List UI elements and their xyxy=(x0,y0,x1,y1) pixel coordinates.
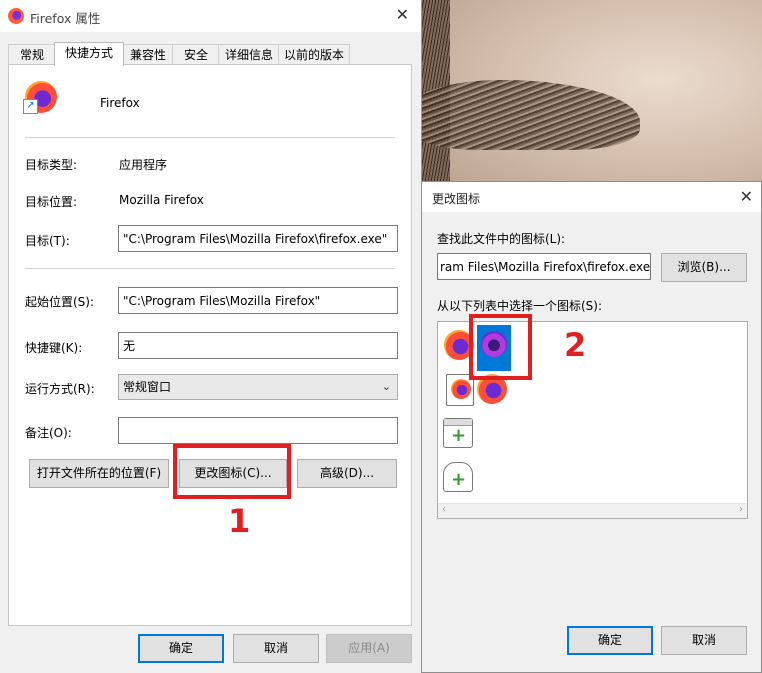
divider xyxy=(25,268,395,269)
run-select-value: 常规窗口 xyxy=(123,380,172,394)
tab-general[interactable]: 常规 xyxy=(8,44,56,65)
open-file-location-button[interactable]: 打开文件所在的位置(F) xyxy=(29,459,169,488)
icon-list-label: 从以下列表中选择一个图标(S): xyxy=(437,299,603,313)
step-marker-1: 1 xyxy=(228,502,251,540)
eyebrow-detail xyxy=(410,80,640,150)
firefox-icon xyxy=(8,8,24,24)
hotkey-label: 快捷键(K): xyxy=(25,341,83,355)
target-location-label: 目标位置: xyxy=(25,195,78,209)
start-in-label: 起始位置(S): xyxy=(25,295,95,309)
firefox-large-icon: ↗ xyxy=(23,81,57,114)
add-window-icon[interactable]: + xyxy=(443,418,473,448)
divider xyxy=(25,137,395,138)
icon-file-field[interactable]: ram Files\Mozilla Firefox\firefox.exe xyxy=(437,253,651,280)
start-in-field[interactable]: "C:\Program Files\Mozilla Firefox" xyxy=(118,287,398,314)
comment-label: 备注(O): xyxy=(25,426,72,440)
advanced-button[interactable]: 高级(D)... xyxy=(297,459,397,488)
change-icon-titlebar: 更改图标 ✕ xyxy=(422,182,761,212)
run-label: 运行方式(R): xyxy=(25,382,95,396)
target-type-label: 目标类型: xyxy=(25,158,78,172)
find-icons-label: 查找此文件中的图标(L): xyxy=(437,232,566,246)
hotkey-field[interactable]: 无 xyxy=(118,332,398,359)
background-photo xyxy=(410,0,762,200)
dialog-title: 更改图标 xyxy=(432,192,481,206)
properties-dialog: Firefox 属性 ✕ 常规 快捷方式 兼容性 安全 详细信息 以前的版本 ↗… xyxy=(0,0,422,673)
dialog-title: Firefox 属性 xyxy=(30,11,101,26)
properties-titlebar: Firefox 属性 ✕ xyxy=(0,0,421,32)
close-icon[interactable]: ✕ xyxy=(396,5,409,24)
tab-details[interactable]: 详细信息 xyxy=(218,44,280,65)
highlight-box-1 xyxy=(173,444,291,499)
change-icon-dialog: 更改图标 ✕ 查找此文件中的图标(L): ram Files\Mozilla F… xyxy=(421,181,762,673)
close-icon[interactable]: ✕ xyxy=(740,187,753,206)
tab-security[interactable]: 安全 xyxy=(172,44,220,65)
comment-field[interactable] xyxy=(118,417,398,444)
target-type-value: 应用程序 xyxy=(119,158,168,172)
apply-button[interactable]: 应用(A) xyxy=(326,634,412,663)
tab-compatibility[interactable]: 兼容性 xyxy=(122,44,174,65)
step-marker-2: 2 xyxy=(564,326,587,364)
chevron-down-icon: ⌄ xyxy=(381,380,391,393)
cancel-button[interactable]: 取消 xyxy=(661,626,747,655)
ok-button[interactable]: 确定 xyxy=(138,634,224,663)
scroll-left-icon[interactable]: ‹ xyxy=(442,504,446,515)
target-field[interactable]: "C:\Program Files\Mozilla Firefox\firefo… xyxy=(118,225,398,252)
highlight-box-2 xyxy=(469,314,532,380)
shortcut-pane: ↗ Firefox 目标类型: 应用程序 目标位置: Mozilla Firef… xyxy=(8,64,412,626)
app-name: Firefox xyxy=(100,96,140,110)
target-location-value: Mozilla Firefox xyxy=(119,193,204,207)
scroll-right-icon[interactable]: › xyxy=(739,504,743,515)
target-label: 目标(T): xyxy=(25,234,70,248)
horizontal-scrollbar[interactable]: ‹ › xyxy=(438,503,747,518)
add-profile-icon[interactable]: + xyxy=(443,462,473,492)
shortcut-arrow-icon: ↗ xyxy=(23,99,38,114)
run-select[interactable]: 常规窗口 ⌄ xyxy=(118,374,398,400)
browse-button[interactable]: 浏览(B)... xyxy=(661,253,747,282)
tab-previous-versions[interactable]: 以前的版本 xyxy=(278,44,350,65)
tab-shortcut[interactable]: 快捷方式 xyxy=(54,42,124,66)
ok-button[interactable]: 确定 xyxy=(567,626,653,655)
cancel-button[interactable]: 取消 xyxy=(233,634,319,663)
